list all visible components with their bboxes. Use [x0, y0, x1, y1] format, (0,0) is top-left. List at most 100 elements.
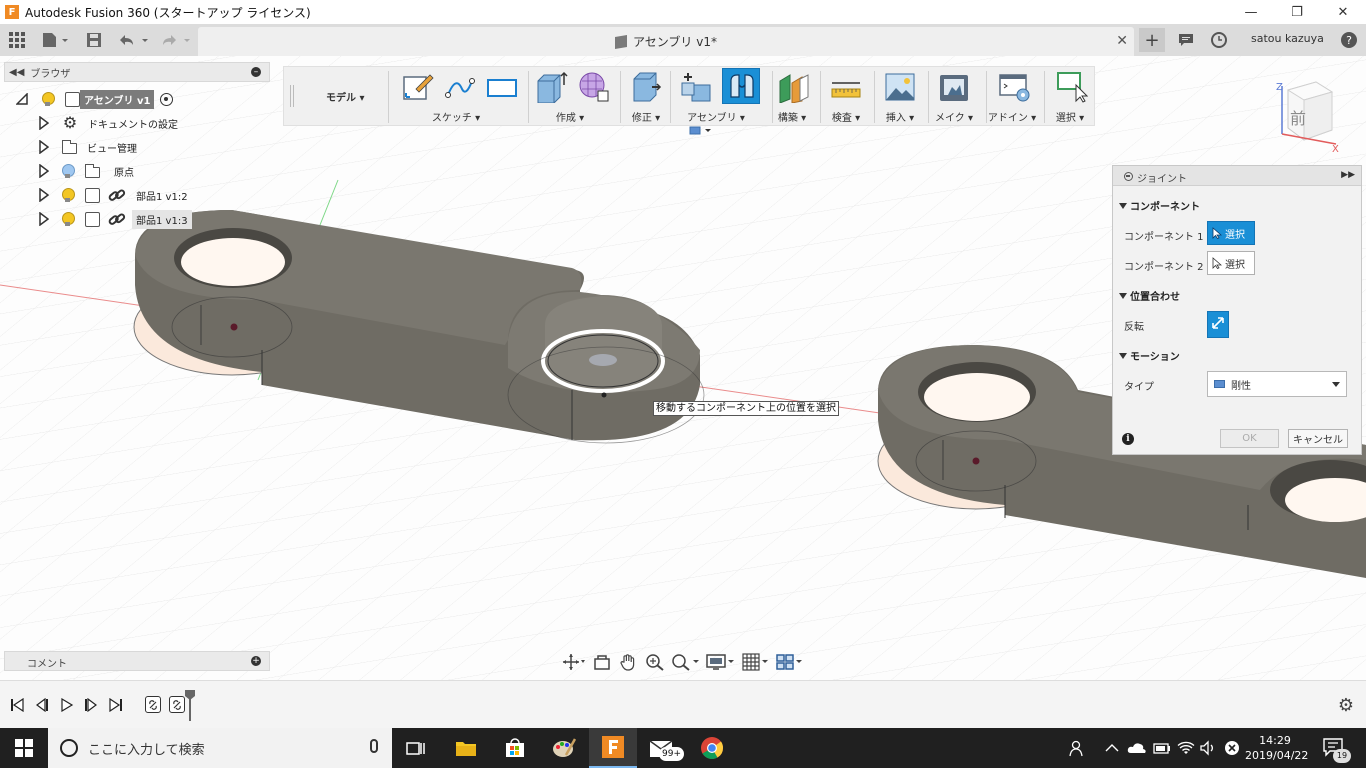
toolbar-overflow-icon[interactable] [688, 125, 714, 137]
fit-zoom-icon[interactable] [671, 652, 701, 672]
timeline-settings-gear-icon[interactable]: ⚙ [1338, 695, 1354, 716]
collapse-triangle-icon[interactable] [15, 92, 28, 105]
redo-icon[interactable] [158, 28, 194, 52]
people-icon[interactable] [1068, 728, 1086, 768]
offset-plane-icon[interactable] [778, 71, 810, 104]
collapse-panel-icon[interactable]: – [251, 67, 261, 77]
visibility-bulb-icon[interactable] [42, 92, 55, 106]
microphone-icon[interactable] [370, 739, 378, 753]
tab-assembly[interactable]: アセンブリ v1* ✕ [198, 27, 1134, 56]
measure-icon[interactable] [830, 71, 862, 103]
rectangle-icon[interactable] [486, 71, 518, 103]
3d-print-icon[interactable] [938, 71, 970, 103]
tool-group-select[interactable]: 選択 ▾ [1056, 109, 1084, 124]
maximize-button[interactable]: ❐ [1274, 0, 1320, 24]
add-comment-icon[interactable]: + [251, 656, 261, 666]
cancel-button[interactable]: キャンセル [1288, 429, 1348, 448]
tool-group-construct[interactable]: 構築 ▾ [778, 109, 806, 124]
section-component[interactable]: コンポーネント [1119, 198, 1200, 213]
visibility-bulb-icon[interactable] [62, 188, 75, 202]
activate-radio-icon[interactable] [160, 92, 174, 106]
grid-settings-icon[interactable] [741, 652, 771, 672]
comment-bubble-icon[interactable] [1176, 28, 1196, 52]
help-icon[interactable]: ? [1340, 28, 1358, 52]
chrome-icon[interactable] [688, 728, 736, 768]
tool-group-modify[interactable]: 修正 ▾ [632, 109, 660, 124]
expand-triangle-icon[interactable] [38, 116, 50, 130]
file-menu-icon[interactable] [40, 28, 70, 52]
toolbar-grip[interactable] [290, 85, 294, 107]
tree-item-origin[interactable]: 原点 [38, 160, 138, 182]
onedrive-icon[interactable] [1127, 728, 1147, 768]
wifi-icon[interactable] [1177, 728, 1195, 768]
taskbar-search[interactable]: ここに入力して検索 [48, 728, 392, 768]
press-pull-icon[interactable] [630, 71, 662, 103]
close-button[interactable]: ✕ [1320, 0, 1366, 24]
collapse-arrows-icon[interactable]: ◀◀ [9, 67, 24, 78]
tree-item-root[interactable]: アセンブリ v1 [15, 88, 174, 110]
battery-icon[interactable] [1152, 728, 1172, 768]
component2-select-button[interactable]: 選択 [1207, 251, 1255, 275]
joint-tool-active[interactable] [722, 68, 760, 104]
flip-button[interactable] [1207, 311, 1229, 338]
scripts-addins-icon[interactable] [998, 71, 1030, 103]
comments-panel[interactable]: コメント + [4, 651, 270, 671]
timeline-joint-item-2[interactable] [169, 696, 185, 713]
expand-dialog-icon[interactable]: ▶▶ [1341, 170, 1355, 180]
undo-icon[interactable] [116, 28, 152, 52]
form-icon[interactable] [578, 71, 610, 103]
expand-triangle-icon[interactable] [38, 212, 50, 226]
timeline-marker[interactable] [185, 690, 195, 722]
tool-group-insert[interactable]: 挿入 ▾ [886, 109, 914, 124]
step-forward-icon[interactable] [82, 696, 100, 714]
step-back-icon[interactable] [33, 696, 51, 714]
minimize-button[interactable]: — [1228, 0, 1274, 24]
visibility-bulb-icon[interactable] [62, 164, 75, 178]
task-view-icon[interactable] [392, 728, 440, 768]
workspace-switcher[interactable]: モデル ▾ [326, 89, 365, 104]
new-component-icon[interactable] [680, 71, 712, 103]
orbit-icon[interactable] [561, 652, 587, 672]
close-tab-icon[interactable]: ✕ [1116, 33, 1128, 49]
info-icon[interactable]: i [1122, 433, 1134, 445]
file-explorer-icon[interactable] [442, 728, 490, 768]
tree-item-part-1-2[interactable]: 部品1 v1:2 [38, 184, 192, 206]
viewcube[interactable]: Z X 前 [1272, 76, 1344, 155]
insert-image-icon[interactable] [884, 71, 916, 103]
tool-group-sketch[interactable]: スケッチ ▾ [432, 109, 480, 124]
tool-group-create[interactable]: 作成 ▾ [556, 109, 584, 124]
extrude-icon[interactable] [536, 71, 568, 104]
show-hidden-icons-chevron-icon[interactable] [1105, 728, 1119, 768]
tool-group-assemble[interactable]: アセンブリ ▾ [687, 109, 745, 124]
user-account-menu[interactable]: satou kazuya [1251, 32, 1324, 45]
visibility-bulb-icon[interactable] [62, 212, 75, 226]
app-grid-icon[interactable] [8, 28, 26, 52]
look-at-icon[interactable] [591, 652, 613, 672]
paint-app-icon[interactable] [540, 728, 588, 768]
tree-item-document-settings[interactable]: ⚙ ドキュメントの設定 [38, 112, 182, 134]
zoom-icon[interactable] [643, 652, 667, 672]
fusion360-taskbar-app[interactable] [589, 728, 637, 768]
tool-group-make[interactable]: メイク ▾ [935, 109, 973, 124]
tool-group-inspect[interactable]: 検査 ▾ [832, 109, 860, 124]
tool-group-addins[interactable]: アドイン ▾ [988, 109, 1036, 124]
play-icon[interactable] [58, 696, 76, 714]
expand-triangle-icon[interactable] [38, 140, 50, 154]
tree-item-part-1-3[interactable]: 部品1 v1:3 [38, 208, 192, 230]
dialog-header[interactable]: ジョイント ▶▶ [1113, 166, 1361, 186]
timeline-joint-item-1[interactable] [145, 696, 161, 713]
store-icon[interactable] [491, 728, 539, 768]
motion-type-select[interactable]: 剛性 [1207, 371, 1347, 397]
section-alignment[interactable]: 位置合わせ [1119, 288, 1180, 303]
ok-button[interactable]: OK [1220, 429, 1279, 448]
save-icon[interactable] [84, 28, 104, 52]
new-tab-button[interactable]: + [1139, 28, 1165, 52]
expand-triangle-icon[interactable] [38, 188, 50, 202]
go-to-start-icon[interactable] [8, 696, 26, 714]
viewports-icon[interactable] [775, 652, 805, 672]
job-status-clock-icon[interactable] [1209, 28, 1229, 52]
browser-panel-header[interactable]: ◀◀ ブラウザ – [4, 62, 270, 82]
system-clock[interactable]: 14:29 2019/04/22 [1245, 733, 1308, 763]
ime-off-icon[interactable] [1224, 728, 1240, 768]
tree-item-named-views[interactable]: ビュー管理 [38, 136, 141, 158]
